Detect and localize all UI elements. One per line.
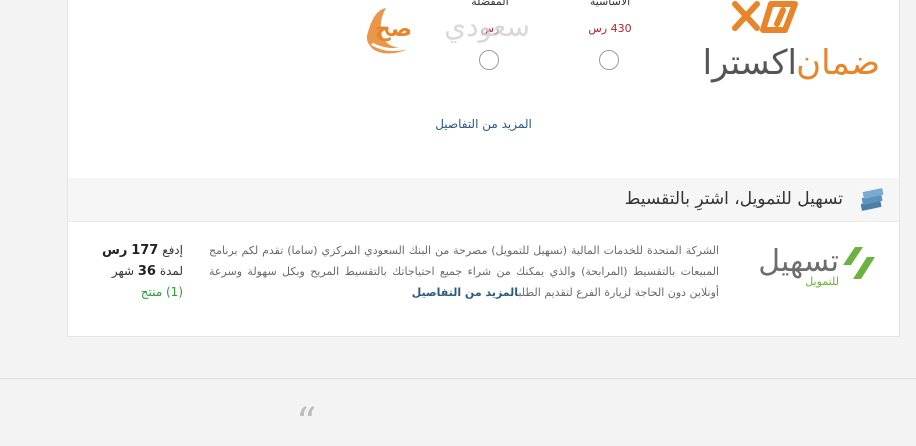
tasheel-more-details-link[interactable]: المزيد من التفاصيل: [412, 286, 519, 299]
product-options-card: ضمان اكسترا الأساسية 430 رس المفضلة رس ص…: [67, 0, 900, 337]
installment-duration: لمدة 36 شهر: [88, 261, 183, 282]
monthly-payment: إدفع 177 رس: [88, 240, 183, 261]
quote-mark-icon: “: [296, 400, 317, 446]
installment-section-title: تسهيل للتمويل، اشترِ بالتقسيط: [624, 189, 843, 209]
products-count: (1) منتج: [140, 285, 183, 299]
pay-prefix: إدفع: [162, 243, 183, 257]
warranty-more-details-link[interactable]: المزيد من التفاصيل: [68, 117, 899, 131]
plan-basic-radio[interactable]: [599, 50, 619, 70]
plan-basic: الأساسية 430 رس: [565, 0, 655, 75]
plan-basic-price: 430 رس: [588, 22, 632, 35]
svg-text:صح: صح: [375, 17, 412, 42]
daman-extra-logo: ضمان اكسترا: [705, 1, 880, 83]
svg-text:سعودي: سعودي: [444, 10, 530, 43]
pay-amount: 177: [131, 243, 159, 258]
duration-value: 36: [137, 264, 156, 279]
svg-text:تسهيل: تسهيل: [758, 244, 839, 279]
installment-summary: إدفع 177 رس لمدة 36 شهر (1) منتج: [88, 240, 183, 303]
watermark-stamp: صح سعودي: [366, 8, 530, 54]
tasheel-logo: تسهيل للتمويل: [758, 244, 875, 288]
svg-text:اكسترا: اكسترا: [705, 43, 797, 83]
installment-section-header: تسهيل للتمويل، اشترِ بالتقسيط: [68, 178, 899, 222]
plan-basic-name: الأساسية: [589, 0, 631, 8]
duration-unit: شهر: [111, 264, 135, 278]
pay-currency: رس: [101, 243, 128, 258]
svg-text:ضمان: ضمان: [796, 43, 880, 83]
tasheel-description: الشركة المتحدة للخدمات المالية (تسهيل لل…: [209, 240, 719, 303]
duration-prefix: لمدة: [159, 264, 183, 278]
section-divider: [0, 378, 916, 379]
svg-text:للتمويل: للتمويل: [805, 275, 839, 288]
money-stack-icon: [860, 188, 884, 211]
